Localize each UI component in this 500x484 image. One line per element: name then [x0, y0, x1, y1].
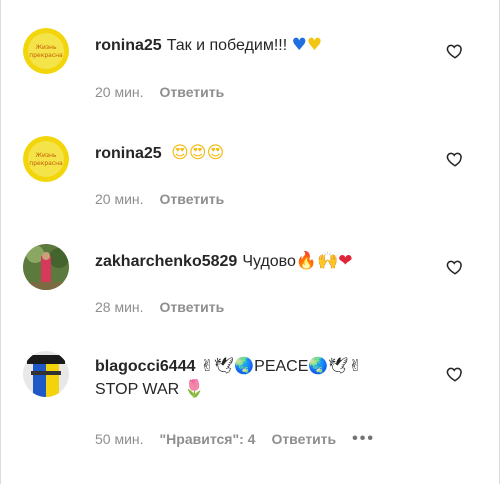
- comment-meta: 28 мин. Ответить: [95, 299, 224, 315]
- reply-button[interactable]: Ответить: [160, 191, 225, 207]
- svg-text:прекрасна: прекрасна: [29, 160, 63, 167]
- comment-time[interactable]: 20 мин.: [95, 191, 144, 207]
- comment-meta: 20 мин. Ответить: [95, 191, 224, 207]
- heart-outline-icon[interactable]: [446, 150, 464, 168]
- comment-time[interactable]: 20 мин.: [95, 84, 144, 100]
- comment-body: zakharchenko5829 Чудово🔥🙌❤: [95, 250, 441, 273]
- avatar[interactable]: [23, 244, 69, 290]
- svg-text:Жизнь: Жизнь: [35, 152, 56, 159]
- comment-text: Так и победим!!!: [166, 37, 288, 54]
- comment-meta: 20 мин. Ответить: [95, 84, 224, 100]
- comment-username[interactable]: zakharchenko5829: [95, 253, 237, 270]
- comment-time[interactable]: 28 мин.: [95, 299, 144, 315]
- more-horizontal-icon[interactable]: •••: [352, 430, 375, 448]
- comment-username[interactable]: ronina25: [95, 145, 162, 162]
- avatar[interactable]: [23, 351, 69, 397]
- comment-username[interactable]: blagocci6444: [95, 358, 196, 375]
- likes-count[interactable]: "Нравится": 4: [160, 431, 256, 447]
- comment-emoji: 😍😍😍: [171, 143, 225, 163]
- comment-line-2: STOP WAR 🌷: [95, 378, 441, 401]
- comment-text: Чудово: [242, 253, 296, 270]
- comment-time[interactable]: 50 мин.: [95, 431, 144, 447]
- reply-button[interactable]: Ответить: [160, 84, 225, 100]
- svg-text:прекрасна: прекрасна: [29, 52, 63, 59]
- comment-username[interactable]: ronina25: [95, 37, 162, 54]
- reply-button[interactable]: Ответить: [160, 299, 225, 315]
- heart-outline-icon[interactable]: [446, 365, 464, 383]
- comment-body: ronina25 Так и победим!!! ♥♥: [95, 34, 441, 57]
- comment-line-1: blagocci6444 ✌🕊🌏PEACE🌏🕊✌: [95, 356, 441, 378]
- comment-emoji: ♥♥: [291, 35, 323, 55]
- heart-outline-icon[interactable]: [446, 42, 464, 60]
- comment-body: ronina25 😍😍😍: [95, 142, 441, 165]
- reply-button[interactable]: Ответить: [271, 431, 336, 447]
- avatar[interactable]: Жизнь прекрасна: [23, 136, 69, 182]
- comment-text: STOP WAR: [95, 381, 180, 398]
- heart-outline-icon[interactable]: [446, 258, 464, 276]
- comment-body: blagocci6444 ✌🕊🌏PEACE🌏🕊✌ STOP WAR 🌷: [95, 356, 441, 401]
- comments-panel: Жизнь прекрасна ronina25 Так и победим!!!…: [0, 0, 500, 484]
- comment-emoji: 🔥🙌❤: [295, 251, 353, 271]
- comment-text: ✌🕊🌏PEACE🌏🕊✌: [200, 358, 363, 375]
- comment-emoji: 🌷: [183, 379, 205, 399]
- avatar[interactable]: Жизнь прекрасна: [23, 28, 69, 74]
- comment-meta: 50 мин. "Нравится": 4 Ответить •••: [95, 430, 375, 448]
- svg-text:Жизнь: Жизнь: [35, 44, 56, 51]
